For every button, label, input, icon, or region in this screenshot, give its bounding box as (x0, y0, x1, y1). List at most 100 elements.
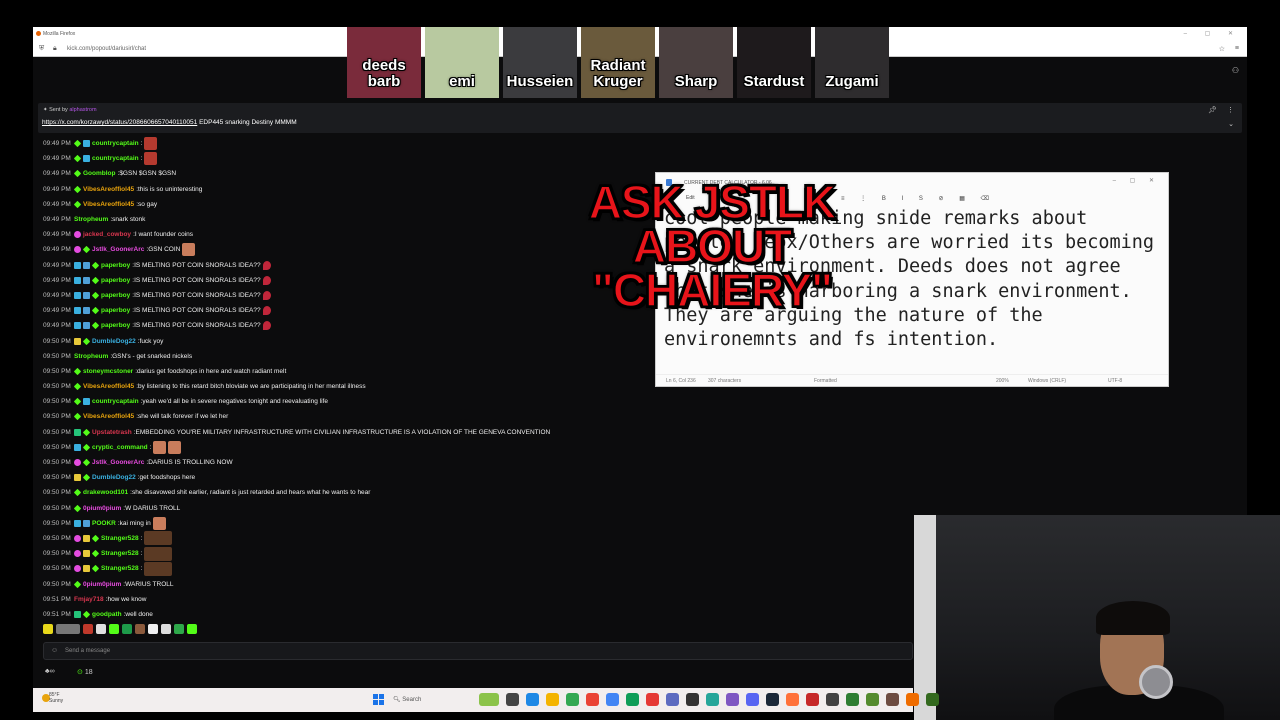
message-username[interactable]: Stropheum (74, 349, 108, 364)
mod-badge-icon[interactable] (83, 261, 90, 269)
sub-badge-icon[interactable] (83, 398, 90, 406)
menu-icon[interactable]: ≡ (1235, 45, 1239, 52)
edge-icon[interactable] (526, 693, 539, 706)
emote-icon[interactable] (122, 624, 132, 634)
firefox-taskbar-icon[interactable] (786, 693, 799, 706)
notepad-toolbar[interactable]: ≡ ⋮ B I S ⊘ ▦ ⌫ (841, 195, 996, 202)
message-username[interactable]: Fmjay718 (74, 592, 104, 607)
emote-icon[interactable] (148, 624, 158, 634)
emote-icon[interactable] (96, 624, 106, 634)
message-username[interactable]: goodpath (92, 607, 122, 622)
participant-tile[interactable]: emi (425, 27, 499, 98)
gift-badge-icon[interactable] (73, 139, 82, 148)
sub-badge-icon[interactable] (74, 519, 81, 527)
gift-badge-icon[interactable] (73, 489, 82, 497)
start-button[interactable] (373, 694, 384, 705)
app-icon[interactable] (826, 693, 839, 706)
vip-badge-icon[interactable] (74, 428, 81, 436)
gift-badge-icon[interactable] (73, 504, 82, 512)
message-username[interactable]: jacked_cowboy (83, 227, 131, 242)
message-username[interactable]: countrycaptain (92, 394, 139, 409)
message-username[interactable]: Stranger528 (101, 531, 139, 546)
sent-by-user[interactable]: alphastrom (69, 107, 96, 113)
mod-badge-icon[interactable] (83, 291, 90, 299)
infinity-icon[interactable]: ♣∞ (45, 668, 55, 675)
pink-badge-icon[interactable] (74, 231, 81, 239)
gold-badge-icon[interactable] (74, 474, 81, 482)
message-username[interactable]: paperboy (101, 303, 130, 318)
message-username[interactable]: Stranger528 (101, 546, 139, 561)
gold-badge-icon[interactable] (83, 550, 90, 558)
message-username[interactable]: Stranger528 (101, 561, 139, 576)
participant-tile[interactable]: Radiant Kruger (581, 27, 655, 98)
emote-icon[interactable] (135, 624, 145, 634)
mod-badge-icon[interactable] (83, 322, 90, 330)
gift-badge-icon[interactable] (82, 458, 91, 467)
gold-badge-icon[interactable] (83, 565, 90, 573)
pink-badge-icon[interactable] (74, 459, 81, 467)
sub-badge-icon[interactable] (74, 291, 81, 299)
gift-badge-icon[interactable] (73, 170, 82, 178)
lock-icon[interactable]: 🔒︎ (53, 45, 57, 53)
message-username[interactable]: paperboy (101, 273, 130, 288)
message-username[interactable]: VibesAreoffiol45 (83, 409, 134, 424)
gift-badge-icon[interactable] (73, 200, 82, 209)
task-view-icon[interactable] (506, 693, 519, 706)
app-icon[interactable] (926, 693, 939, 706)
app-icon[interactable] (886, 693, 899, 706)
message-username[interactable]: 0pium0pium (83, 577, 121, 592)
star-icon[interactable]: ☆ (1219, 45, 1225, 53)
emote-icon[interactable] (174, 624, 184, 634)
more-options-icon[interactable]: ⋮ (1227, 106, 1234, 114)
gold-badge-icon[interactable] (74, 337, 81, 345)
pink-badge-icon[interactable] (74, 550, 81, 558)
sub-badge-icon[interactable] (74, 307, 81, 315)
gold-badge-icon[interactable] (83, 534, 90, 542)
emote-icon[interactable] (43, 624, 53, 634)
app-icon[interactable] (566, 693, 579, 706)
message-username[interactable]: paperboy (101, 288, 130, 303)
app-icon[interactable] (666, 693, 679, 706)
participant-tile[interactable]: Stardust (737, 27, 811, 98)
app-icon[interactable] (626, 693, 639, 706)
gift-badge-icon[interactable] (73, 580, 82, 588)
gift-badge-icon[interactable] (73, 398, 82, 406)
message-username[interactable]: Stropheum (74, 212, 108, 227)
steam-icon[interactable] (766, 693, 779, 706)
mod-badge-icon[interactable] (83, 307, 90, 315)
gift-badge-icon[interactable] (91, 549, 100, 558)
participant-tile[interactable]: Husseien (503, 27, 577, 98)
gift-badge-icon[interactable] (91, 322, 100, 330)
message-username[interactable]: Jstlk_GoonerArc (92, 242, 144, 257)
sub-badge-icon[interactable] (83, 140, 90, 148)
url-text[interactable]: kick.com/popout/dariusirl/chat (67, 46, 146, 52)
widgets-icon[interactable] (479, 693, 499, 706)
message-username[interactable]: Upstatetrash (92, 425, 132, 440)
pink-badge-icon[interactable] (74, 534, 81, 542)
sub-badge-icon[interactable] (74, 261, 81, 269)
app-icon[interactable] (726, 693, 739, 706)
participant-tile[interactable]: Sharp (659, 27, 733, 98)
window-controls[interactable]: – ▢ ✕ (1184, 30, 1241, 37)
emote-bar[interactable] (43, 624, 197, 636)
chevron-down-icon[interactable]: ⌄ (1228, 120, 1234, 128)
gift-badge-icon[interactable] (91, 261, 100, 269)
gift-badge-icon[interactable] (73, 367, 82, 376)
message-username[interactable]: paperboy (101, 258, 130, 273)
message-username[interactable]: DumbleDog22 (92, 470, 136, 485)
taskbar-apps[interactable] (479, 693, 939, 706)
gift-badge-icon[interactable] (82, 443, 91, 452)
app-icon[interactable] (606, 693, 619, 706)
shield-icon[interactable]: ⛨ (39, 45, 44, 53)
app-icon[interactable] (866, 693, 879, 706)
message-username[interactable]: VibesAreoffiol45 (83, 197, 134, 212)
mod-badge-icon[interactable] (83, 276, 90, 284)
emote-icon[interactable] (187, 624, 197, 634)
smiley-icon[interactable]: ☺ (51, 647, 58, 654)
notepad-window-controls[interactable]: – ▢ ✕ (1113, 177, 1160, 184)
message-username[interactable]: paperboy (101, 318, 130, 333)
message-username[interactable]: cryptic_command (92, 440, 148, 455)
message-username[interactable]: POOKR (92, 516, 116, 531)
explorer-icon[interactable] (546, 693, 559, 706)
gift-badge-icon[interactable] (91, 534, 100, 543)
